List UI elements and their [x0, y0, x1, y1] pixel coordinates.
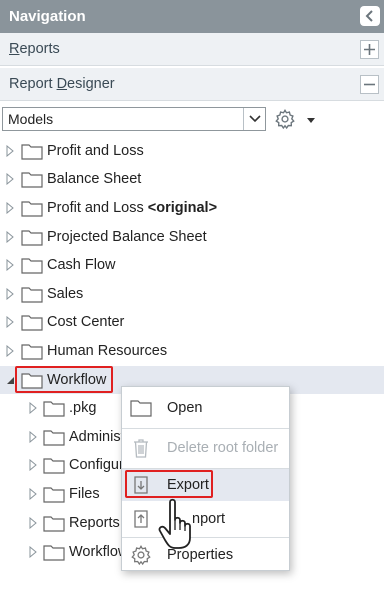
expand-triangle-icon[interactable]: [28, 402, 38, 414]
folder-icon: [43, 544, 65, 561]
tree-item-label: Profit and Loss <original>: [47, 200, 218, 216]
tree-item[interactable]: Projected Balance Sheet: [0, 223, 384, 251]
section-reports[interactable]: Reports: [0, 33, 384, 66]
tree-item-label: Profit and Loss: [47, 143, 144, 159]
folder-icon: [21, 200, 43, 217]
tree-item-label: Cash Flow: [47, 257, 116, 273]
expand-triangle-icon[interactable]: [28, 517, 38, 529]
expand-triangle-icon[interactable]: [28, 459, 38, 471]
folder-icon: [43, 429, 65, 446]
workflow-highlight-box: [15, 366, 113, 393]
tree-child-label: Workflow: [69, 544, 129, 560]
folder-icon: [21, 286, 43, 303]
tree-child-label: .pkg: [69, 400, 97, 416]
minus-icon: [364, 83, 375, 86]
expand-triangle-icon[interactable]: [28, 488, 38, 500]
trash-icon: [134, 439, 148, 458]
expand-triangle-icon[interactable]: [28, 546, 38, 558]
folder-icon: [21, 171, 43, 188]
menu-item-open[interactable]: Open: [122, 389, 289, 427]
gear-icon: [131, 545, 151, 566]
caret-down-icon[interactable]: [305, 113, 317, 123]
expand-triangle-icon[interactable]: [28, 431, 38, 443]
tree-child-label: Files: [69, 486, 100, 502]
plus-icon: [364, 44, 375, 55]
model-type-value: Models: [8, 111, 54, 127]
tree-item[interactable]: Profit and Loss <original>: [0, 194, 384, 222]
folder-icon: [43, 457, 65, 474]
folder-icon: [43, 486, 65, 503]
menu-item-properties[interactable]: Properties: [122, 538, 289, 572]
tree-child-label: Reports: [69, 515, 120, 531]
tree-item-label: Sales: [47, 286, 84, 302]
collapse-panel-button[interactable]: [360, 6, 380, 26]
expand-triangle-icon[interactable]: [5, 231, 15, 243]
section-report-designer[interactable]: Report Designer: [0, 68, 384, 101]
expand-triangle-icon[interactable]: [5, 145, 15, 157]
settings-gear-icon[interactable]: [273, 108, 297, 130]
hand-cursor-icon: [158, 498, 191, 549]
tree-item[interactable]: Human Resources: [0, 337, 384, 365]
import-icon: [134, 510, 148, 528]
expand-triangle-icon[interactable]: [5, 316, 15, 328]
export-highlight-box: [125, 470, 213, 498]
menu-item-import[interactable]: nport: [122, 501, 289, 537]
tree-child-label: Configur: [69, 457, 124, 473]
chevron-down-icon[interactable]: [243, 108, 265, 130]
expand-reports-button[interactable]: [360, 40, 379, 59]
navigation-title: Navigation: [9, 8, 86, 25]
tree-item[interactable]: Profit and Loss: [0, 137, 384, 165]
folder-icon: [21, 343, 43, 360]
folder-icon: [21, 143, 43, 160]
tree-item[interactable]: Cost Center: [0, 308, 384, 336]
section-reports-label: Reports: [9, 41, 60, 57]
tree-item-label: Human Resources: [47, 343, 168, 359]
tree-item[interactable]: Balance Sheet: [0, 165, 384, 193]
folder-icon: [21, 314, 43, 331]
expand-triangle-icon[interactable]: [5, 259, 15, 271]
menu-item-delete-root-folder: Delete root folder: [122, 429, 289, 467]
expand-triangle-icon[interactable]: [5, 345, 15, 357]
model-type-select[interactable]: Models: [2, 107, 266, 131]
folder-icon: [21, 229, 43, 246]
folder-icon: [43, 400, 65, 417]
tree-item-label: Projected Balance Sheet: [47, 229, 207, 245]
section-report-designer-label: Report Designer: [9, 76, 115, 92]
tree-item[interactable]: Cash Flow: [0, 251, 384, 279]
folder-icon: [43, 515, 65, 532]
tree-item-label: Balance Sheet: [47, 171, 142, 187]
folder-icon: [21, 257, 43, 274]
collapse-report-designer-button[interactable]: [360, 75, 379, 94]
chevron-left-icon: [365, 10, 373, 22]
tree-child-label: Administ: [69, 429, 125, 445]
navigation-header: Navigation: [0, 0, 384, 33]
tree-item[interactable]: Sales: [0, 280, 384, 308]
expand-triangle-icon[interactable]: [5, 288, 15, 300]
tree-item-label: Cost Center: [47, 314, 125, 330]
folder-icon: [130, 400, 152, 417]
collapse-triangle-icon[interactable]: [5, 374, 15, 386]
expand-triangle-icon[interactable]: [5, 202, 15, 214]
expand-triangle-icon[interactable]: [5, 173, 15, 185]
